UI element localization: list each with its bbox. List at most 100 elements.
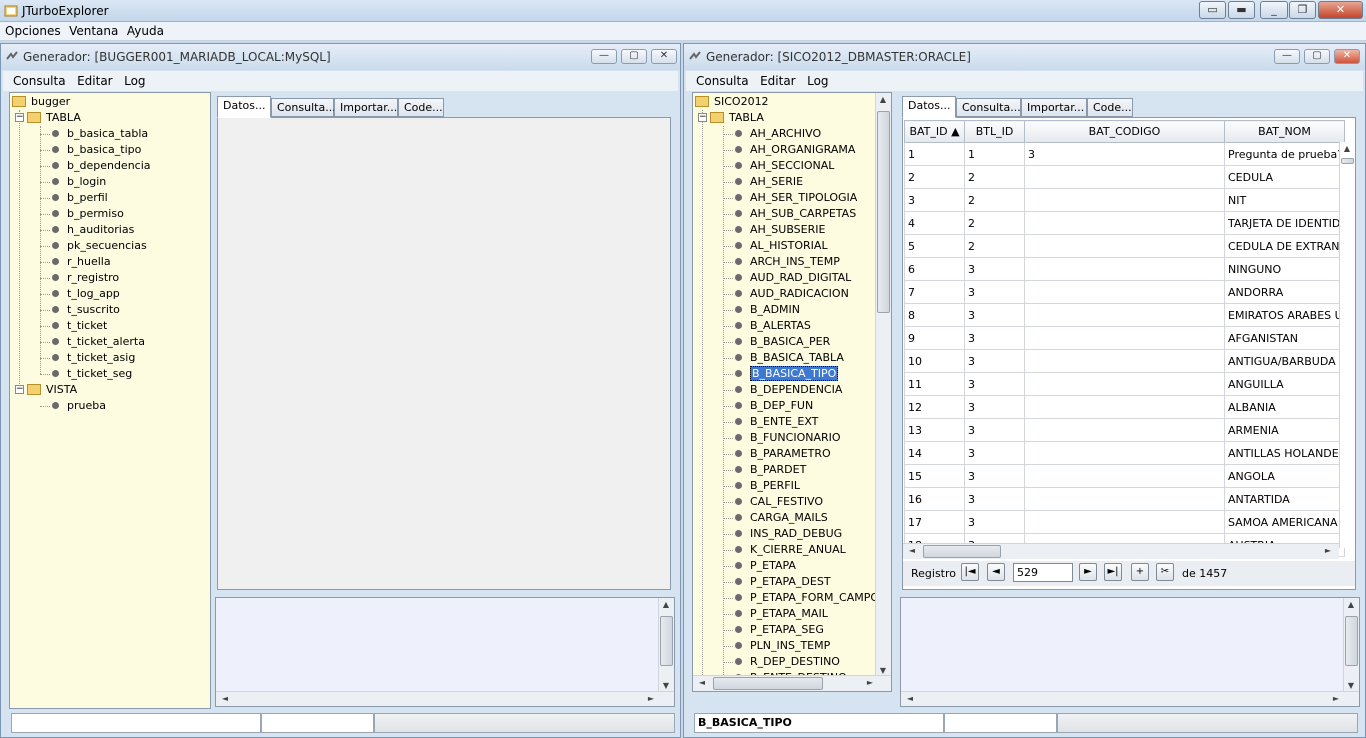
table-row[interactable]: 3 2 NIT <box>904 188 1345 212</box>
table-cell[interactable]: 1 <box>904 142 965 166</box>
table-row[interactable]: 5 2 CEDULA DE EXTRANJE <box>904 234 1345 258</box>
add-record-button[interactable]: + <box>1131 563 1149 581</box>
tree-leaf[interactable]: b_perfil <box>40 190 108 206</box>
left-menu-log[interactable]: Log <box>124 71 145 91</box>
table-cell[interactable] <box>1024 372 1225 396</box>
collapse-icon[interactable]: − <box>15 112 24 122</box>
table-cell[interactable]: 14 <box>904 441 965 465</box>
left-menu-consulta[interactable]: Consulta <box>13 71 66 91</box>
tree-leaf[interactable]: t_suscrito <box>40 302 120 318</box>
tab-importar[interactable]: Importar... <box>334 98 398 117</box>
tree-leaf[interactable]: b_dependencia <box>40 158 151 174</box>
table-cell[interactable] <box>1024 418 1225 442</box>
table-row[interactable]: 7 3 ANDORRA <box>904 280 1345 304</box>
tree-leaf[interactable]: INS_RAD_DEBUG <box>723 526 842 542</box>
table-cell[interactable] <box>1024 441 1225 465</box>
table-cell[interactable]: ANTIGUA/BARBUDA <box>1224 349 1345 373</box>
table-cell[interactable]: 3 <box>964 326 1025 350</box>
tree-leaf[interactable]: B_FUNCIONARIO <box>723 430 841 446</box>
table-cell[interactable]: TARJETA DE IDENTIDA <box>1224 211 1345 235</box>
table-cell[interactable]: 5 <box>904 234 965 258</box>
right-tree-hscrollbar[interactable]: ◄ ► <box>693 675 891 691</box>
table-cell[interactable] <box>1024 326 1225 350</box>
collapse-icon[interactable]: − <box>698 112 707 122</box>
table-cell[interactable]: 3 <box>964 280 1025 304</box>
table-cell[interactable]: Pregunta de prueba? <box>1224 142 1345 166</box>
tree-leaf[interactable]: ARCH_INS_TEMP <box>723 254 840 270</box>
scroll-thumb[interactable] <box>923 545 1001 558</box>
table-cell[interactable] <box>1024 510 1225 534</box>
scroll-up-icon[interactable]: ▲ <box>876 95 890 104</box>
menu-ayuda[interactable]: Ayuda <box>127 22 164 41</box>
tree-leaf[interactable]: B_PARDET <box>723 462 806 478</box>
left-frame-close-button[interactable]: ✕ <box>651 49 677 64</box>
tree-leaf[interactable]: AUD_RAD_DIGITAL <box>723 270 851 286</box>
table-cell[interactable] <box>1024 165 1225 189</box>
tab-code[interactable]: Code... <box>398 98 444 117</box>
tree-leaf[interactable]: B_DEPENDENCIA <box>723 382 842 398</box>
table-cell[interactable]: ALBANIA <box>1224 395 1345 419</box>
scroll-up-icon[interactable]: ▲ <box>659 600 673 609</box>
table-cell[interactable]: SAMOA AMERICANA <box>1224 510 1345 534</box>
table-cell[interactable] <box>1024 303 1225 327</box>
app-sub-button[interactable]: ▬ <box>1228 1 1255 19</box>
table-cell[interactable]: 3 <box>964 464 1025 488</box>
tree-leaf[interactable]: prueba <box>40 398 106 414</box>
table-cell[interactable]: ANGUILLA <box>1224 372 1345 396</box>
tree-leaf[interactable]: b_basica_tipo <box>40 142 141 158</box>
table-row[interactable]: 9 3 AFGANISTAN <box>904 326 1345 350</box>
table-cell[interactable]: NINGUNO <box>1224 257 1345 281</box>
right-frame-minimize-button[interactable]: — <box>1274 49 1300 64</box>
right-log-vscrollbar[interactable]: ▲ ▼ <box>1343 598 1359 692</box>
table-cell[interactable] <box>1024 464 1225 488</box>
table-cell[interactable] <box>1024 395 1225 419</box>
tree-leaf[interactable]: b_login <box>40 174 106 190</box>
tree-node-tabla[interactable]: − TABLA <box>15 110 81 126</box>
right-menu-consulta[interactable]: Consulta <box>696 71 749 91</box>
tree-leaf[interactable]: t_ticket_seg <box>40 366 132 382</box>
table-cell[interactable]: 4 <box>904 211 965 235</box>
tree-leaf[interactable]: AUD_RADICACION <box>723 286 849 302</box>
restore-app-button[interactable]: ▭ <box>1199 1 1226 19</box>
tree-leaf[interactable]: B_PERFIL <box>723 478 800 494</box>
table-cell[interactable]: CEDULA DE EXTRANJE <box>1224 234 1345 258</box>
column-header[interactable]: BAT_NOM <box>1224 120 1345 143</box>
table-row[interactable]: 12 3 ALBANIA <box>904 395 1345 419</box>
tab-consulta[interactable]: Consulta... <box>956 98 1021 117</box>
tree-leaf[interactable]: B_DEP_FUN <box>723 398 813 414</box>
scroll-right-icon[interactable]: ► <box>863 678 877 687</box>
tree-leaf[interactable]: CAL_FESTIVO <box>723 494 823 510</box>
table-row[interactable]: 1 1 3 Pregunta de prueba? <box>904 142 1345 166</box>
table-cell[interactable]: 7 <box>904 280 965 304</box>
table-cell[interactable]: 3 <box>964 441 1025 465</box>
tree-root[interactable]: bugger <box>12 94 70 110</box>
table-cell[interactable]: 17 <box>904 510 965 534</box>
tree-leaf[interactable]: h_auditorias <box>40 222 134 238</box>
scroll-thumb[interactable] <box>1345 616 1358 666</box>
tree-leaf[interactable]: t_log_app <box>40 286 120 302</box>
tab-consulta[interactable]: Consulta... <box>271 98 336 117</box>
tree-leaf[interactable]: B_BASICA_PER <box>723 334 830 350</box>
table-row[interactable]: 8 3 EMIRATOS ARABES UN <box>904 303 1345 327</box>
tree-leaf[interactable]: P_ETAPA_FORM_CAMPO <box>723 590 879 606</box>
tree-leaf[interactable]: P_ETAPA_SEG <box>723 622 824 638</box>
table-cell[interactable]: 3 <box>1024 142 1225 166</box>
table-cell[interactable]: 3 <box>964 349 1025 373</box>
record-number-input[interactable]: 529 <box>1013 563 1073 582</box>
table-cell[interactable] <box>1024 280 1225 304</box>
scroll-down-icon[interactable]: ▼ <box>1344 681 1358 690</box>
scroll-up-icon[interactable]: ▲ <box>1340 144 1354 153</box>
right-frame-close-button[interactable]: ✕ <box>1334 49 1360 64</box>
left-frame-minimize-button[interactable]: — <box>591 49 617 64</box>
minimize-button[interactable]: _ <box>1260 1 1288 19</box>
tree-leaf[interactable]: PLN_INS_TEMP <box>723 638 830 654</box>
table-cell[interactable]: ARMENIA <box>1224 418 1345 442</box>
tree-leaf[interactable]: t_ticket <box>40 318 107 334</box>
table-cell[interactable]: 8 <box>904 303 965 327</box>
tab-datos[interactable]: Datos... <box>902 96 956 118</box>
close-button[interactable]: ✕ <box>1318 1 1363 19</box>
tree-leaf[interactable]: B_BASICA_TIPO <box>723 366 839 382</box>
table-cell[interactable]: 3 <box>964 395 1025 419</box>
next-record-button[interactable]: ► <box>1079 563 1097 581</box>
tree-root[interactable]: SICO2012 <box>695 94 769 110</box>
